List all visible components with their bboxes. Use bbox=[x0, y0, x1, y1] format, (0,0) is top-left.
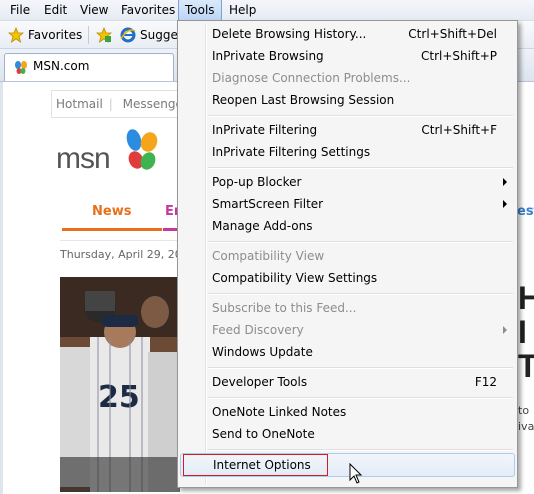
menu-item-label: SmartScreen Filter bbox=[212, 197, 324, 211]
menu-bar: File Edit View Favorites Tools Help bbox=[0, 0, 534, 21]
mouse-cursor-icon bbox=[349, 463, 363, 484]
menu-item-onenote-linked-notes[interactable]: OneNote Linked Notes bbox=[180, 401, 515, 423]
divider bbox=[60, 240, 180, 241]
menu-separator bbox=[208, 449, 513, 451]
msn-logo-text: msn bbox=[56, 142, 111, 175]
menu-item-label: Developer Tools bbox=[212, 375, 308, 389]
favorites-star-icon bbox=[8, 26, 24, 43]
menu-separator bbox=[208, 241, 513, 243]
tools-menu: Delete Browsing History... Ctrl+Shift+De… bbox=[177, 20, 518, 488]
menu-item-label: Send to OneNote bbox=[212, 427, 315, 441]
msn-butterfly-icon bbox=[15, 61, 27, 74]
menu-item-label: Diagnose Connection Problems... bbox=[212, 71, 411, 85]
menu-separator bbox=[208, 115, 513, 117]
menu-item-inprivate-filtering[interactable]: InPrivate Filtering Ctrl+Shift+F bbox=[180, 119, 515, 141]
menu-item-shortcut: Ctrl+Shift+Del bbox=[408, 27, 497, 41]
submenu-arrow-icon bbox=[503, 200, 507, 208]
menu-item-shortcut: F12 bbox=[474, 375, 497, 389]
tab-msn[interactable]: MSN.com bbox=[4, 53, 174, 81]
menu-item-subscribe-feed: Subscribe to this Feed... bbox=[180, 297, 515, 319]
menu-item-compatibility-view-settings[interactable]: Compatibility View Settings bbox=[180, 267, 515, 289]
menu-separator bbox=[208, 293, 513, 295]
menu-item-label: Windows Update bbox=[212, 345, 313, 359]
menu-separator bbox=[208, 397, 513, 399]
menu-separator bbox=[208, 367, 513, 369]
date-line: Thursday, April 29, 20 bbox=[60, 248, 182, 261]
menu-favorites[interactable]: Favorites bbox=[115, 0, 181, 20]
msn-butterfly-logo-icon bbox=[126, 129, 158, 170]
menu-item-inprivate-browsing[interactable]: InPrivate Browsing Ctrl+Shift+P bbox=[180, 45, 515, 67]
menu-item-feed-discovery: Feed Discovery bbox=[180, 319, 515, 341]
menu-file[interactable]: File bbox=[4, 0, 36, 20]
menu-item-diagnose-connection: Diagnose Connection Problems... bbox=[180, 67, 515, 89]
headline-letter-2: I bbox=[518, 314, 527, 350]
add-to-favorites-button[interactable] bbox=[96, 25, 116, 45]
menu-item-label: Compatibility View bbox=[212, 249, 325, 263]
news-photo[interactable]: 25 bbox=[60, 277, 180, 492]
menu-item-manage-addons[interactable]: Manage Add-ons bbox=[180, 215, 515, 237]
menu-item-label: Feed Discovery bbox=[212, 323, 304, 337]
menu-item-label: Compatibility View Settings bbox=[212, 271, 378, 285]
add-favorite-icon bbox=[96, 26, 112, 43]
toplinks: Hotmail | Messenger bbox=[56, 97, 194, 111]
nav-lifestyle[interactable]: esty bbox=[517, 204, 534, 219]
baseball-photo-image: 25 bbox=[60, 277, 180, 492]
headline-letter-1: H bbox=[518, 280, 534, 316]
favbar-divider bbox=[88, 26, 89, 44]
menu-view[interactable]: View bbox=[74, 0, 114, 20]
submenu-arrow-icon bbox=[503, 326, 507, 334]
favorites-label: Favorites bbox=[28, 28, 83, 42]
menu-item-label: InPrivate Filtering Settings bbox=[212, 145, 371, 159]
hotmail-link[interactable]: Hotmail bbox=[56, 97, 103, 111]
menu-item-shortcut: Ctrl+Shift+F bbox=[421, 123, 497, 137]
menu-item-label: InPrivate Filtering bbox=[212, 123, 318, 137]
menu-item-inprivate-filtering-settings[interactable]: InPrivate Filtering Settings bbox=[180, 141, 515, 163]
menu-item-label: Reopen Last Browsing Session bbox=[212, 93, 395, 107]
menu-item-delete-browsing-history[interactable]: Delete Browsing History... Ctrl+Shift+De… bbox=[180, 23, 515, 45]
ie-icon bbox=[120, 27, 136, 42]
menu-item-send-to-onenote[interactable]: Send to OneNote bbox=[180, 423, 515, 445]
headline-letter-3: T bbox=[518, 348, 534, 384]
toplinks-divider: | bbox=[108, 97, 113, 111]
suggested-sites-button[interactable]: Sugges bbox=[120, 25, 184, 45]
menu-item-popup-blocker[interactable]: Pop-up Blocker bbox=[180, 171, 515, 193]
menu-tools[interactable]: Tools bbox=[178, 0, 222, 21]
nav-news-underline bbox=[62, 228, 162, 231]
headline-small-1: to bbox=[518, 404, 530, 417]
menu-item-label: InPrivate Browsing bbox=[212, 49, 324, 63]
menu-item-reopen-last-session[interactable]: Reopen Last Browsing Session bbox=[180, 89, 515, 111]
menu-item-shortcut: Ctrl+Shift+P bbox=[421, 49, 497, 63]
menu-item-developer-tools[interactable]: Developer Tools F12 bbox=[180, 371, 515, 393]
nav-news[interactable]: News bbox=[92, 204, 131, 219]
menu-separator bbox=[208, 167, 513, 169]
msn-logo[interactable]: msn bbox=[56, 128, 166, 178]
menu-item-label: Delete Browsing History... bbox=[212, 27, 367, 41]
menu-item-windows-update[interactable]: Windows Update bbox=[180, 341, 515, 363]
highlight-box bbox=[183, 454, 328, 476]
menu-item-smartscreen-filter[interactable]: SmartScreen Filter bbox=[180, 193, 515, 215]
menu-item-label: Subscribe to this Feed... bbox=[212, 301, 357, 315]
menu-item-label: OneNote Linked Notes bbox=[212, 405, 347, 419]
menu-edit[interactable]: Edit bbox=[38, 0, 73, 20]
submenu-arrow-icon bbox=[503, 178, 507, 186]
menu-item-compatibility-view: Compatibility View bbox=[180, 245, 515, 267]
menu-item-label: Pop-up Blocker bbox=[212, 175, 302, 189]
svg-text:25: 25 bbox=[98, 380, 140, 415]
menu-help[interactable]: Help bbox=[223, 0, 262, 20]
menu-item-label: Manage Add-ons bbox=[212, 219, 313, 233]
tab-title: MSN.com bbox=[33, 59, 90, 73]
headline-small-2: ival bbox=[518, 420, 534, 433]
favorites-button[interactable]: Favorites bbox=[8, 25, 82, 45]
